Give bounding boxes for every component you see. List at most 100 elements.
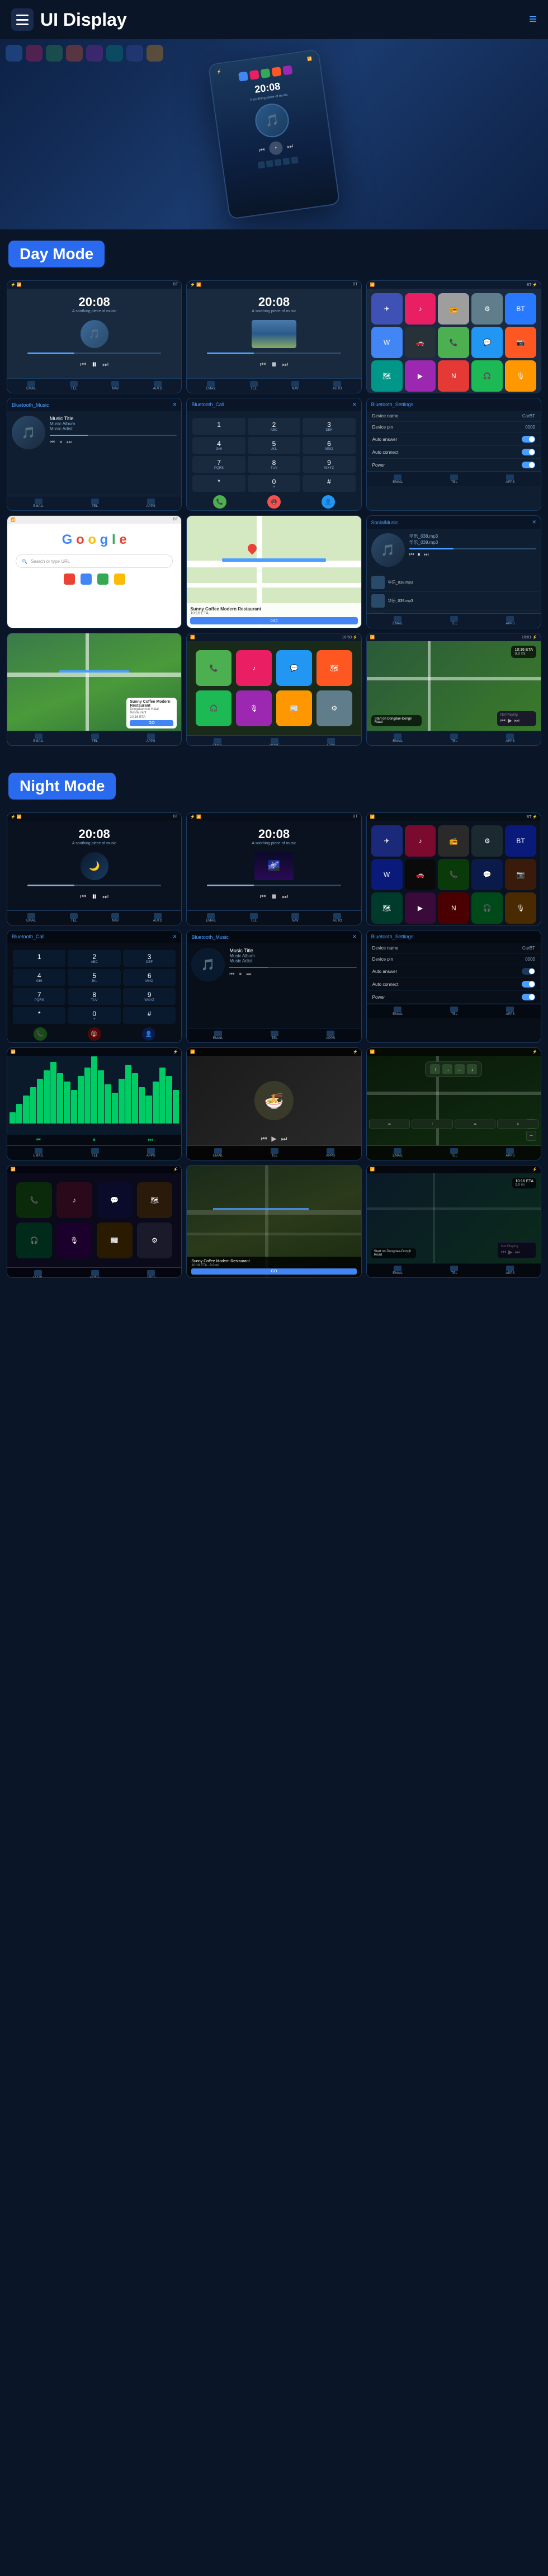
night-app-netflix[interactable]: N xyxy=(438,892,469,924)
vid-play[interactable]: ▶ xyxy=(271,1135,276,1143)
contacts-btn[interactable]: 👤 xyxy=(322,495,335,509)
cp-messages[interactable]: 💬 xyxy=(276,650,312,686)
dir-right[interactable]: → xyxy=(442,1064,452,1074)
cp-spotify[interactable]: 🎧 xyxy=(196,690,232,726)
ncp-messages[interactable]: 💬 xyxy=(97,1182,133,1218)
nav-email-sm[interactable]: EMAIL xyxy=(393,616,403,626)
nav-nav-2[interactable]: NAV xyxy=(291,381,299,391)
dial-6[interactable]: 6MNO xyxy=(303,437,355,454)
nav-email-nbm[interactable]: EMAIL xyxy=(213,1031,223,1040)
menu-icon[interactable] xyxy=(11,8,34,31)
night-np-next[interactable]: ⏭ xyxy=(515,1249,520,1256)
night-prev-2[interactable]: ⏮ xyxy=(260,892,266,901)
cp-news[interactable]: 📰 xyxy=(276,690,312,726)
wave-play[interactable]: ⏸ xyxy=(93,1137,96,1143)
night-np-play[interactable]: ▶ xyxy=(508,1249,513,1256)
nav-tel-v[interactable]: TEL xyxy=(271,1148,278,1158)
night-toggle-2[interactable] xyxy=(522,981,535,988)
zoom-out[interactable]: − xyxy=(526,1131,536,1141)
nav-apps-v[interactable]: APPS xyxy=(326,1148,335,1158)
vid-prev[interactable]: ⏮ xyxy=(261,1135,267,1143)
nav-tel-n2[interactable]: TEL xyxy=(250,913,258,923)
night-bt-prev[interactable]: ⏮ xyxy=(229,971,234,977)
app-camera[interactable]: 📷 xyxy=(505,327,536,358)
night-app-music[interactable]: ♪ xyxy=(405,825,436,857)
nav-tel-bt[interactable]: TEL xyxy=(91,499,99,508)
night-bt-play[interactable]: ⏸ xyxy=(239,971,242,977)
nav-auto-n1[interactable]: AUTO xyxy=(153,913,163,923)
night-app-phone[interactable]: 📞 xyxy=(438,859,469,890)
dial-1[interactable]: 1 xyxy=(192,418,245,435)
google-docs[interactable] xyxy=(97,574,108,585)
night-end-btn[interactable]: 📵 xyxy=(88,1027,101,1041)
dial-hash[interactable]: # xyxy=(303,475,355,492)
np-play[interactable]: ▶ xyxy=(508,718,512,724)
dial-3[interactable]: 3DEF xyxy=(303,418,355,435)
night-app-carlife[interactable]: 🚗 xyxy=(405,859,436,890)
night-dial-1[interactable]: 1 xyxy=(13,950,65,967)
play-2[interactable]: ⏸ xyxy=(271,359,276,370)
night-dial-2[interactable]: 2ABC xyxy=(68,950,120,967)
night-dial-8[interactable]: 8TUV xyxy=(68,988,120,1005)
night-app-maps[interactable]: 🗺 xyxy=(371,892,403,924)
action-2[interactable]: ↑ xyxy=(412,1120,453,1129)
social-prev[interactable]: ⏮ xyxy=(409,552,414,558)
dial-7[interactable]: 7PQRS xyxy=(192,456,245,473)
next-btn[interactable]: ⏭ xyxy=(286,142,294,151)
nav-home-ncp[interactable]: HOME xyxy=(90,1270,100,1278)
bt-play[interactable]: ⏸ xyxy=(59,439,62,445)
np-prev[interactable]: ⏮ xyxy=(500,718,506,724)
cp-music[interactable]: ♪ xyxy=(236,650,272,686)
nav-apps-ns[interactable]: APPS xyxy=(506,1007,514,1016)
nav-icon[interactable]: ≡ xyxy=(529,12,537,27)
end-call-btn[interactable]: 📵 xyxy=(267,495,281,509)
app-maps[interactable]: 🗺 xyxy=(371,360,403,392)
nav-apps-s[interactable]: APPS xyxy=(506,474,514,484)
dir-left[interactable]: ← xyxy=(455,1064,465,1074)
vid-next[interactable]: ⏭ xyxy=(281,1135,287,1143)
nav-email-ncp[interactable]: EMAIL xyxy=(33,1270,43,1278)
night-toggle-1[interactable] xyxy=(522,968,535,975)
wave-prev[interactable]: ⏮ xyxy=(36,1137,41,1143)
night-play-2[interactable]: ⏸ xyxy=(271,891,276,902)
nav-nav-n1[interactable]: NAV xyxy=(111,913,119,923)
toggle-answer[interactable] xyxy=(522,436,535,443)
cp-maps[interactable]: 🗺 xyxy=(316,650,352,686)
app-phone[interactable]: 📞 xyxy=(438,327,469,358)
nav-tel-np[interactable]: TEL xyxy=(450,1266,458,1275)
cp-settings[interactable]: ⚙ xyxy=(316,690,352,726)
app-podcast[interactable]: 🎙 xyxy=(505,360,536,392)
night-dial-7[interactable]: 7PQRS xyxy=(13,988,65,1005)
nav-auto-2[interactable]: AUTO xyxy=(333,381,342,391)
dir-up[interactable]: ↑ xyxy=(430,1064,440,1074)
nav-nav-n2[interactable]: NAV xyxy=(291,913,299,923)
night-app-yt[interactable]: ▶ xyxy=(405,892,436,924)
google-youtube[interactable] xyxy=(64,574,75,585)
nav-email[interactable]: EMAIL xyxy=(26,381,36,391)
ncp-music[interactable]: ♪ xyxy=(56,1182,92,1218)
app-bt[interactable]: BT xyxy=(505,293,536,325)
nav-apps-w[interactable]: APPS xyxy=(147,1148,155,1158)
night-bt-next[interactable]: ⏭ xyxy=(246,971,251,977)
app-carlife[interactable]: 🚗 xyxy=(405,327,436,358)
night-app-msg[interactable]: 💬 xyxy=(471,859,503,890)
nav-go-btn[interactable]: GO xyxy=(130,720,173,726)
dir-down[interactable]: ↓ xyxy=(467,1064,477,1074)
night-dial-9[interactable]: 9WXYZ xyxy=(123,988,176,1005)
nav-email-nn[interactable]: EMAIL xyxy=(393,1148,403,1158)
dial-9[interactable]: 9WXYZ xyxy=(303,456,355,473)
social-next[interactable]: ⏭ xyxy=(424,552,429,558)
nav-tel-nbm[interactable]: TEL xyxy=(271,1031,278,1040)
night-dial-5[interactable]: 5JKL xyxy=(68,969,120,986)
nav-apps-nbm[interactable]: APPS xyxy=(326,1031,335,1040)
night-dial-3[interactable]: 3DEF xyxy=(123,950,176,967)
nav-tel-sm[interactable]: TEL xyxy=(450,616,458,626)
nav-email-pl[interactable]: EMAIL xyxy=(393,734,403,743)
night-dial-0[interactable]: 0+ xyxy=(68,1007,120,1024)
app-telegram[interactable]: ✈ xyxy=(371,293,403,325)
nav-apps-nn[interactable]: APPS xyxy=(506,1148,514,1158)
nav-email-n2[interactable]: EMAIL xyxy=(206,913,216,923)
nav-tel-2[interactable]: TEL xyxy=(250,381,258,391)
app-spotify[interactable]: 🎧 xyxy=(471,360,503,392)
dial-0[interactable]: 0+ xyxy=(248,475,300,492)
